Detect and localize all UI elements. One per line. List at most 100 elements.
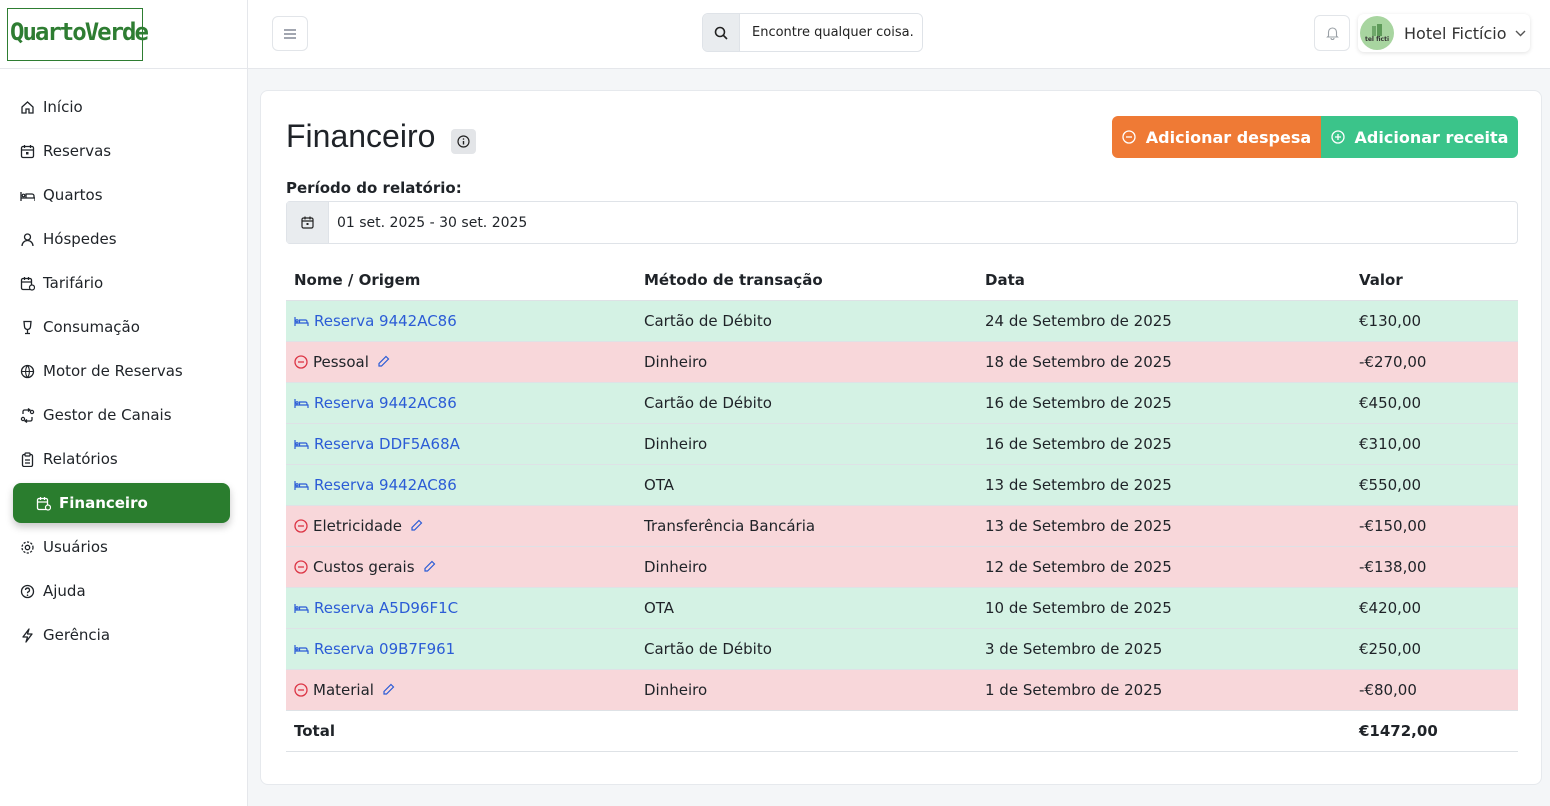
sidebar-nav: Início Reservas Quartos Hóspedes Tarifário Co… — [0, 69, 247, 655]
table-row: Reserva 9442AC86 OTA 13 de Setembro de 202… — [286, 464, 1518, 506]
logo-area: QuartoVerde — [0, 0, 247, 69]
period-picker[interactable]: 01 set. 2025 - 30 set. 2025 — [286, 201, 1518, 244]
sidebar-item-label: Início — [43, 98, 83, 116]
table-row: Custos gerais Dinheiro 12 de Setembro de 2… — [286, 546, 1518, 588]
profile-menu[interactable]: tel ficti Hotel Fictício — [1358, 14, 1530, 52]
cell-method: Dinheiro — [636, 669, 977, 711]
sidebar-item-gestor-de-canais[interactable]: Gestor de Canais — [13, 395, 231, 435]
table-row: Material Dinheiro 1 de Setembro de 2025 -€8… — [286, 669, 1518, 711]
sidebar-item-consuma-o[interactable]: Consumação — [13, 307, 231, 347]
add-income-label: Adicionar receita — [1354, 127, 1509, 147]
bed-icon — [294, 316, 309, 326]
info-button[interactable] — [451, 129, 476, 154]
cell-method: Dinheiro — [636, 423, 977, 465]
cell-date: 13 de Setembro de 2025 — [977, 505, 1351, 547]
cell-date: 16 de Setembro de 2025 — [977, 382, 1351, 424]
cell-date: 16 de Setembro de 2025 — [977, 423, 1351, 465]
sidebar-item-reservas[interactable]: Reservas — [13, 131, 231, 171]
reservation-link[interactable]: Reserva 9442AC86 — [314, 394, 457, 412]
table-row: Reserva 9442AC86 Cartão de Débito 24 de Se… — [286, 300, 1518, 342]
sidebar-item-label: Usuários — [43, 538, 108, 556]
table-row: Reserva A5D96F1C OTA 10 de Setembro de 202… — [286, 587, 1518, 629]
cell-value: -€150,00 — [1351, 505, 1518, 547]
cell-date: 3 de Setembro de 2025 — [977, 628, 1351, 670]
sidebar-item-ajuda[interactable]: Ajuda — [13, 571, 231, 611]
total-empty — [636, 710, 977, 752]
table-row: Pessoal Dinheiro 18 de Setembro de 2025 -€2… — [286, 341, 1518, 383]
cell-value: -€80,00 — [1351, 669, 1518, 711]
column-header-method[interactable]: Método de transação — [636, 260, 977, 301]
reservation-link[interactable]: Reserva 09B7F961 — [314, 640, 455, 658]
bell-icon — [1325, 27, 1339, 40]
minus-circle-icon — [294, 354, 308, 369]
sidebar-item-usu-rios[interactable]: Usuários — [13, 527, 231, 567]
column-header-name[interactable]: Nome / Origem — [286, 260, 636, 301]
table-row: Reserva 9442AC86 Cartão de Débito 16 de Se… — [286, 382, 1518, 424]
cell-date: 10 de Setembro de 2025 — [977, 587, 1351, 629]
sidebar-item-h-spedes[interactable]: Hóspedes — [13, 219, 231, 259]
cell-method: Dinheiro — [636, 341, 977, 383]
cell-name: Reserva 9442AC86 — [286, 382, 636, 424]
search-input[interactable] — [740, 14, 922, 51]
reservation-link[interactable]: Reserva 9442AC86 — [314, 476, 457, 494]
cell-method: OTA — [636, 587, 977, 629]
reservation-link[interactable]: Reserva DDF5A68A — [314, 435, 460, 453]
bed-icon — [294, 644, 309, 654]
sidebar-item-in-cio[interactable]: Início — [13, 87, 231, 127]
bed-icon — [294, 480, 309, 490]
pencil-icon[interactable] — [382, 683, 395, 696]
cell-name: Pessoal — [286, 341, 636, 383]
minus-circle-icon — [294, 682, 308, 697]
sidebar-item-relat-rios[interactable]: Relatórios — [13, 439, 231, 479]
pencil-icon[interactable] — [423, 560, 436, 573]
pencil-icon[interactable] — [377, 355, 390, 368]
cell-date: 13 de Setembro de 2025 — [977, 464, 1351, 506]
sidebar-item-label: Consumação — [43, 318, 140, 336]
finance-icon — [35, 495, 51, 511]
column-header-value[interactable]: Valor — [1351, 260, 1518, 301]
cell-method: Transferência Bancária — [636, 505, 977, 547]
sidebar-item-label: Hóspedes — [43, 230, 117, 248]
cell-value: -€270,00 — [1351, 341, 1518, 383]
sidebar-item-ger-ncia[interactable]: Gerência — [13, 615, 231, 655]
menu-toggle-button[interactable] — [272, 16, 308, 51]
search-bar — [702, 13, 923, 52]
bed-icon — [19, 187, 35, 203]
bed-icon — [294, 398, 309, 408]
minus-circle-icon — [1122, 130, 1136, 144]
table-row: Eletricidade Transferência Bancária 13 de … — [286, 505, 1518, 547]
notifications-button[interactable] — [1314, 15, 1350, 51]
minus-circle-icon — [294, 518, 308, 533]
sidebar-item-financeiro[interactable]: Financeiro — [13, 483, 230, 523]
topbar: tel ficti Hotel Fictício — [248, 0, 1550, 69]
cell-name: Eletricidade — [286, 505, 636, 547]
hotel-logo-icon — [1372, 24, 1382, 36]
total-label: Total — [286, 710, 636, 752]
pencil-icon[interactable] — [410, 519, 423, 532]
glass-icon — [19, 319, 35, 335]
sidebar-item-label: Financeiro — [59, 494, 148, 512]
add-expense-label: Adicionar despesa — [1145, 127, 1312, 147]
column-header-date[interactable]: Data — [977, 260, 1351, 301]
sidebar-item-tarif-rio[interactable]: Tarifário — [13, 263, 231, 303]
calendar-icon — [19, 143, 35, 159]
clipboard-icon — [19, 451, 35, 467]
cell-date: 12 de Setembro de 2025 — [977, 546, 1351, 588]
sidebar-item-label: Gerência — [43, 626, 111, 644]
home-icon — [19, 99, 35, 115]
search-button[interactable] — [703, 14, 740, 51]
avatar-label: tel ficti — [1364, 36, 1389, 43]
reservation-link[interactable]: Reserva 9442AC86 — [314, 312, 457, 330]
sidebar-item-motor-de-reservas[interactable]: Motor de Reservas — [13, 351, 231, 391]
reservation-link[interactable]: Reserva A5D96F1C — [314, 599, 458, 617]
cell-method: Cartão de Débito — [636, 628, 977, 670]
logo[interactable]: QuartoVerde — [7, 7, 149, 61]
total-value: €1472,00 — [1351, 710, 1518, 752]
sidebar-item-quartos[interactable]: Quartos — [13, 175, 231, 215]
expense-name: Custos gerais — [313, 557, 415, 576]
add-expense-button[interactable]: Adicionar despesa — [1112, 116, 1321, 158]
total-empty — [977, 710, 1351, 752]
calendar-button[interactable] — [287, 202, 329, 243]
period-label: Período do relatório: — [286, 179, 462, 197]
add-income-button[interactable]: Adicionar receita — [1321, 116, 1518, 158]
